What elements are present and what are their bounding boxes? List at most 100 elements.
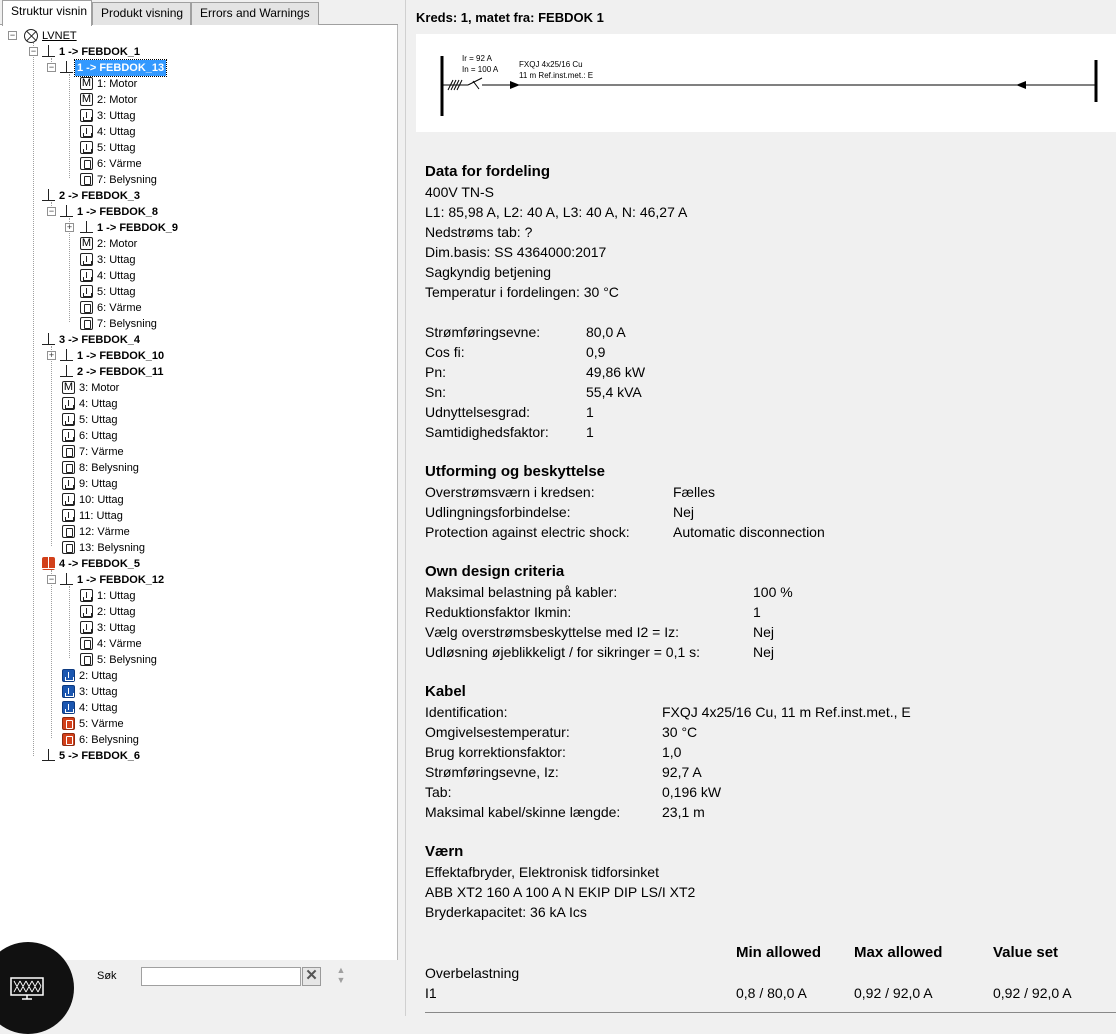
tree-node-febdok-1[interactable]: 1 -> FEBDOK_1: [42, 44, 142, 60]
tree-leaf[interactable]: 3: Uttag: [62, 684, 120, 700]
distribution-board-icon: [60, 349, 73, 362]
tree-node-febdok-10[interactable]: 1 -> FEBDOK_10: [60, 348, 166, 364]
tree-leaf[interactable]: M 2: Motor: [80, 236, 139, 252]
tree-leaf[interactable]: 5: Belysning: [80, 652, 159, 668]
settings-group-label: Overbelastning: [425, 965, 520, 981]
panel-splitter[interactable]: [399, 0, 406, 1016]
circuit-details-panel: Kreds: 1, matet fra: FEBDOK 1 Ir = 92 A …: [407, 0, 1116, 1016]
outlet-icon: [80, 141, 93, 154]
tree-leaf[interactable]: 3: Uttag: [80, 252, 138, 268]
tree-leaf[interactable]: M 2: Motor: [80, 92, 139, 108]
cable-length-label: 11 m Ref.inst.met.: E: [519, 71, 594, 80]
section-heading: Utforming og beskyttelse: [425, 463, 606, 480]
lighting-icon: [62, 461, 75, 474]
expand-toggle[interactable]: +: [65, 223, 74, 232]
heater-icon: [62, 525, 75, 538]
tab-produkt-visning[interactable]: Produkt visning: [92, 2, 191, 25]
tree-leaf[interactable]: 6: Värme: [80, 156, 144, 172]
collapse-toggle[interactable]: −: [47, 207, 56, 216]
info-line: Temperatur i fordelingen: 30 °C: [425, 284, 619, 300]
tree-leaf[interactable]: 6: Värme: [80, 300, 144, 316]
structure-panel: Struktur visnin Produkt visning Errors a…: [0, 0, 398, 1034]
tree-leaf[interactable]: 3: Uttag: [80, 620, 138, 636]
tree-leaf[interactable]: 5: Värme: [62, 716, 126, 732]
tree-node-febdok-13[interactable]: 1 -> FEBDOK_13: [60, 59, 168, 77]
expand-toggle[interactable]: +: [47, 351, 56, 360]
tree-leaf[interactable]: 5: Uttag: [62, 412, 120, 428]
section-kabel: Kabel Identification: FXQJ 4x25/16 Cu, 11…: [425, 682, 1105, 822]
property-row: Sn: 55,4 kVA: [425, 384, 642, 400]
tree-guide-line: [51, 346, 52, 546]
settings-group-overbelastning: Overbelastning I1 0,8 / 80,0 A 0,92 / 92…: [425, 963, 1105, 1003]
outlet-icon: [80, 253, 93, 266]
collapse-toggle[interactable]: −: [47, 575, 56, 584]
section-vaern: Værn Effektafbryder, Elektronisk tidfors…: [425, 842, 1105, 922]
tree-leaf[interactable]: 2: Uttag: [62, 668, 120, 684]
property-row: Vælg overstrømsbeskyttelse med I2 = Iz: N…: [425, 624, 775, 640]
tree-leaf[interactable]: 13: Belysning: [62, 540, 147, 556]
tree-leaf[interactable]: 7: Belysning: [80, 172, 159, 188]
tree-leaf[interactable]: 9: Uttag: [62, 476, 120, 492]
tree-leaf[interactable]: 2: Uttag: [80, 604, 138, 620]
tree-leaf[interactable]: 5: Uttag: [80, 284, 138, 300]
heater-icon: [80, 157, 93, 170]
tree-leaf[interactable]: 4: Värme: [80, 636, 144, 652]
tree-leaf[interactable]: 4: Uttag: [62, 396, 120, 412]
tree-leaf[interactable]: 12: Värme: [62, 524, 132, 540]
info-line: Sagkyndig betjening: [425, 264, 552, 280]
collapse-toggle[interactable]: −: [8, 31, 17, 40]
lighting-icon: [62, 541, 75, 554]
tree-root-lvnet[interactable]: LVNET: [24, 28, 79, 44]
outlet-icon: [62, 477, 75, 490]
outlet-icon: [62, 413, 75, 426]
motor-icon: M: [80, 93, 93, 106]
distribution-board-warning-icon: [42, 557, 55, 570]
tree-leaf[interactable]: 4: Uttag: [80, 124, 138, 140]
tree-node-febdok-8[interactable]: 1 -> FEBDOK_8: [60, 204, 160, 220]
distribution-board-icon: [60, 61, 73, 74]
tree-leaf[interactable]: 3: Uttag: [80, 108, 138, 124]
tree-node-febdok-4[interactable]: 3 -> FEBDOK_4: [42, 332, 142, 348]
tree-leaf[interactable]: 4: Uttag: [62, 700, 120, 716]
tree-leaf[interactable]: M 1: Motor: [80, 76, 139, 92]
tree-node-febdok-11[interactable]: 2 -> FEBDOK_11: [60, 364, 166, 380]
collapse-toggle[interactable]: −: [47, 63, 56, 72]
tree-node-febdok-6[interactable]: 5 -> FEBDOK_6: [42, 748, 142, 764]
tree-leaf[interactable]: 6: Belysning: [62, 732, 141, 748]
tree-node-febdok-5[interactable]: 4 -> FEBDOK_5: [42, 556, 142, 572]
circuit-title: Kreds: 1, matet fra: FEBDOK 1: [416, 10, 604, 25]
tab-struktur-visning[interactable]: Struktur visnin: [2, 0, 92, 26]
tree-node-febdok-9[interactable]: 1 -> FEBDOK_9: [80, 220, 180, 236]
tree-leaf[interactable]: 6: Uttag: [62, 428, 120, 444]
distribution-board-icon: [42, 45, 55, 58]
search-previous-icon[interactable]: ▲: [335, 966, 347, 975]
tree-leaf[interactable]: 7: Belysning: [80, 316, 159, 332]
column-header-max: Max allowed: [854, 944, 943, 961]
outlet-icon: [62, 493, 75, 506]
search-label: Søk: [97, 970, 117, 982]
clear-search-button[interactable]: ✕: [302, 967, 321, 986]
tab-errors-warnings[interactable]: Errors and Warnings: [191, 2, 319, 25]
heater-warning-icon: [62, 717, 75, 730]
heater-icon: [62, 445, 75, 458]
tree-leaf[interactable]: 1: Uttag: [80, 588, 138, 604]
search-next-icon[interactable]: ▼: [335, 976, 347, 985]
tree-guide-line: [69, 218, 70, 322]
tree-leaf[interactable]: M 3: Motor: [62, 380, 121, 396]
tree-node-febdok-3[interactable]: 2 -> FEBDOK_3: [42, 188, 142, 204]
property-row: Reduktionsfaktor Ikmin: 1: [425, 604, 761, 620]
collapse-toggle[interactable]: −: [29, 47, 38, 56]
breaker-ir-label: Ir = 92 A: [462, 54, 493, 63]
structure-tree: − LVNET − 1 -> FEBDOK_1 − 1 -> FEBDOK_13…: [0, 28, 398, 958]
search-input[interactable]: [141, 967, 301, 986]
tree-leaf[interactable]: 11: Uttag: [62, 508, 125, 524]
tree-leaf[interactable]: 5: Uttag: [80, 140, 138, 156]
tree-node-febdok-12[interactable]: 1 -> FEBDOK_12: [60, 572, 166, 588]
tree-leaf[interactable]: 7: Värme: [62, 444, 126, 460]
outlet-icon: [80, 109, 93, 122]
tree-leaf[interactable]: 10: Uttag: [62, 492, 126, 508]
tree-leaf[interactable]: 8: Belysning: [62, 460, 141, 476]
section-heading: Værn: [425, 843, 464, 860]
table-divider: [425, 1012, 1116, 1013]
tree-leaf[interactable]: 4: Uttag: [80, 268, 138, 284]
